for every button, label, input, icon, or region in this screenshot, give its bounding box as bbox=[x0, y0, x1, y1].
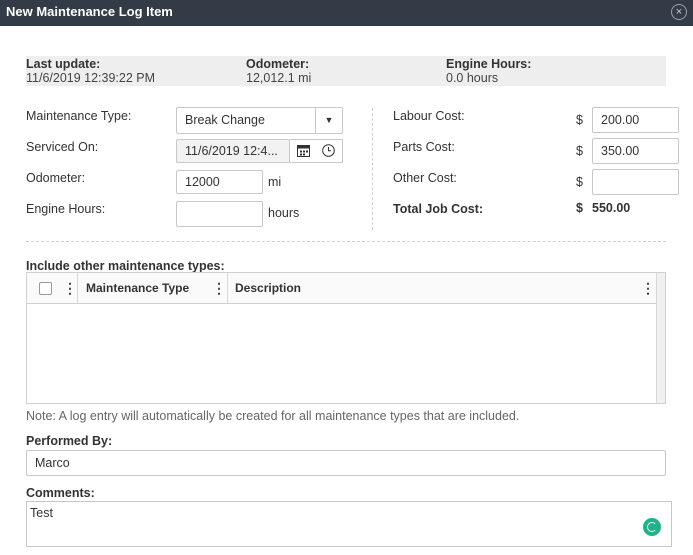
column-header-description[interactable]: Description bbox=[235, 273, 301, 303]
other-cost-input[interactable] bbox=[592, 169, 679, 195]
odometer-label: Odometer: bbox=[26, 171, 86, 185]
total-cost-label: Total Job Cost: bbox=[393, 202, 484, 216]
other-currency: $ bbox=[576, 175, 583, 189]
performed-by-input[interactable] bbox=[26, 450, 666, 476]
other-cost-label: Other Cost: bbox=[393, 171, 457, 185]
total-cost-value: 550.00 bbox=[592, 201, 631, 215]
grid-header: ⋮ Maintenance Type ⋮ Description ⋮ bbox=[27, 273, 657, 304]
serviced-on-input[interactable]: 11/6/2019 12:4... bbox=[176, 139, 290, 163]
date-time-buttons bbox=[290, 139, 343, 163]
select-all-checkbox[interactable] bbox=[39, 282, 52, 295]
include-note: Note: A log entry will automatically be … bbox=[26, 409, 520, 423]
clock-icon[interactable] bbox=[317, 140, 339, 162]
labour-cost-label: Labour Cost: bbox=[393, 109, 465, 123]
grid-scrollbar[interactable] bbox=[656, 273, 665, 403]
column-header-maintenance-type[interactable]: Maintenance Type bbox=[86, 273, 189, 303]
last-update-value: 11/6/2019 12:39:22 PM bbox=[26, 71, 156, 85]
summary-engine-hours-label: Engine Hours: bbox=[446, 57, 532, 71]
chevron-down-icon[interactable]: ▼ bbox=[315, 108, 342, 133]
summary-panel: Last update: 11/6/2019 12:39:22 PM Odome… bbox=[26, 56, 666, 86]
maintenance-type-select[interactable]: Break Change ▼ bbox=[176, 107, 343, 134]
labour-cost-input[interactable] bbox=[592, 107, 679, 133]
calendar-icon[interactable] bbox=[292, 140, 314, 162]
parts-currency: $ bbox=[576, 144, 583, 158]
dialog-titlebar: New Maintenance Log Item × bbox=[0, 0, 693, 26]
summary-odometer-value: 12,012.1 mi bbox=[246, 71, 312, 85]
parts-cost-label: Parts Cost: bbox=[393, 140, 455, 154]
last-update-label: Last update: bbox=[26, 57, 101, 71]
summary-odometer-label: Odometer: bbox=[246, 57, 310, 71]
engine-hours-input[interactable] bbox=[176, 201, 263, 227]
kebab-icon[interactable]: ⋮ bbox=[63, 273, 77, 303]
maintenance-type-label: Maintenance Type: bbox=[26, 109, 132, 123]
odometer-unit: mi bbox=[268, 175, 282, 189]
comments-label: Comments: bbox=[26, 486, 95, 500]
close-icon[interactable]: × bbox=[671, 4, 687, 20]
serviced-on-label: Serviced On: bbox=[26, 140, 99, 154]
parts-cost-input[interactable] bbox=[592, 138, 679, 164]
engine-hours-unit: hours bbox=[268, 206, 300, 220]
summary-engine-hours-value: 0.0 hours bbox=[446, 71, 499, 85]
maintenance-type-value: Break Change bbox=[185, 113, 265, 127]
engine-hours-label: Engine Hours: bbox=[26, 202, 106, 216]
loading-spinner-icon bbox=[643, 518, 661, 536]
comments-value: Test bbox=[30, 506, 53, 520]
kebab-icon[interactable]: ⋮ bbox=[212, 273, 226, 303]
serviced-on-value: 11/6/2019 12:4... bbox=[185, 144, 278, 158]
comments-textarea[interactable]: Test bbox=[26, 501, 672, 547]
column-divider bbox=[372, 108, 373, 230]
column-separator bbox=[227, 273, 228, 303]
column-separator bbox=[77, 273, 78, 303]
odometer-input[interactable] bbox=[176, 170, 263, 194]
maintenance-types-grid: ⋮ Maintenance Type ⋮ Description ⋮ bbox=[26, 272, 666, 404]
labour-currency: $ bbox=[576, 113, 583, 127]
section-divider bbox=[26, 241, 666, 242]
dialog-title: New Maintenance Log Item bbox=[6, 4, 173, 19]
total-currency: $ bbox=[576, 201, 583, 215]
kebab-icon[interactable]: ⋮ bbox=[641, 273, 655, 303]
performed-by-label: Performed By: bbox=[26, 434, 113, 448]
other-types-label: Include other maintenance types: bbox=[26, 259, 225, 273]
